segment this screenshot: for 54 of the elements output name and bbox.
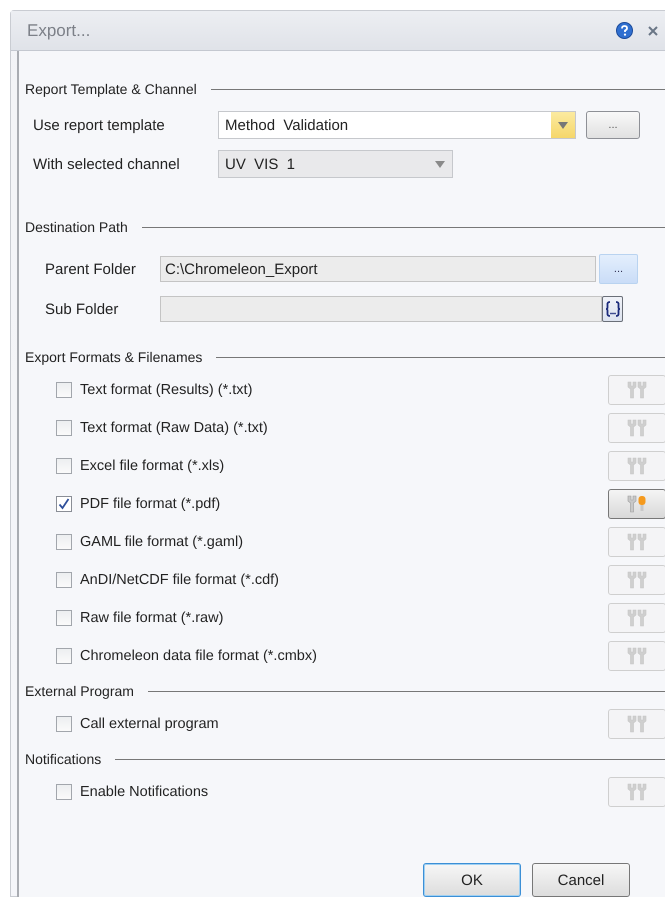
checkbox[interactable] [56, 534, 72, 550]
checkmark-icon [57, 497, 71, 511]
close-icon[interactable] [647, 24, 659, 36]
checkbox[interactable] [56, 382, 72, 398]
browse-button[interactable]: ... [586, 111, 640, 139]
section-title: Export Formats & Filenames [25, 349, 202, 365]
tools-icon [625, 782, 649, 802]
checkbox[interactable] [56, 458, 72, 474]
checkbox[interactable] [56, 496, 72, 512]
field-label: With selected channel [33, 156, 181, 172]
checkbox-label: Enable Notifications [80, 784, 210, 800]
checkbox-label: GAML file format (*.gaml) [80, 534, 244, 550]
checkbox-label: Text format (Results) (*.txt) [80, 382, 254, 398]
tools-icon [625, 380, 649, 400]
checkbox-label: PDF file format (*.pdf) [80, 496, 222, 512]
checkbox-label: Raw file format (*.raw) [80, 610, 224, 626]
checkbox[interactable] [56, 572, 72, 588]
settings-button[interactable] [608, 489, 665, 519]
dialog-button[interactable]: OK [423, 863, 521, 897]
checkbox-label: Excel file format (*.xls) [80, 458, 226, 474]
dialog-button[interactable]: Cancel [532, 863, 630, 897]
section-title: Notifications [25, 751, 102, 767]
section-title: Report Template & Channel [25, 81, 197, 97]
field-label: Parent Folder [45, 260, 137, 278]
sub-folder-field[interactable] [160, 296, 602, 322]
checkbox[interactable] [56, 784, 72, 800]
variable-button[interactable] [602, 296, 623, 322]
window-title: Export... [27, 20, 92, 40]
field-label: Use report template [33, 116, 166, 134]
browse-button[interactable]: ... [599, 254, 638, 284]
help-icon[interactable] [616, 22, 633, 39]
checkbox-label: Chromeleon data file format (*.cmbx) [80, 648, 318, 664]
tools-icon [625, 646, 649, 666]
checkbox-label: Text format (Raw Data) (*.txt) [80, 420, 269, 436]
checkbox[interactable] [56, 716, 72, 732]
dropdown-arrow-icon [435, 160, 445, 168]
tools-icon [625, 570, 649, 590]
tools-icon [625, 714, 649, 734]
tools-icon [625, 418, 649, 438]
braces-icon [604, 300, 622, 318]
section-title: External Program [25, 683, 134, 699]
checkbox[interactable] [56, 610, 72, 626]
checkbox[interactable] [56, 420, 72, 436]
dropdown-arrow-icon [558, 122, 568, 128]
checkbox-label: Call external program [80, 716, 220, 732]
tools-icon [625, 532, 649, 552]
tools-icon [625, 608, 649, 628]
checkbox-label: AnDI/NetCDF file format (*.cdf) [80, 572, 280, 588]
checkbox[interactable] [56, 648, 72, 664]
section-title: Destination Path [25, 219, 128, 235]
template-dropdown[interactable]: Method Validation [218, 111, 576, 139]
field-label: Sub Folder [45, 300, 120, 318]
tools-icon [625, 456, 649, 476]
parent-folder-field[interactable]: C:\Chromeleon_Export [160, 256, 596, 282]
